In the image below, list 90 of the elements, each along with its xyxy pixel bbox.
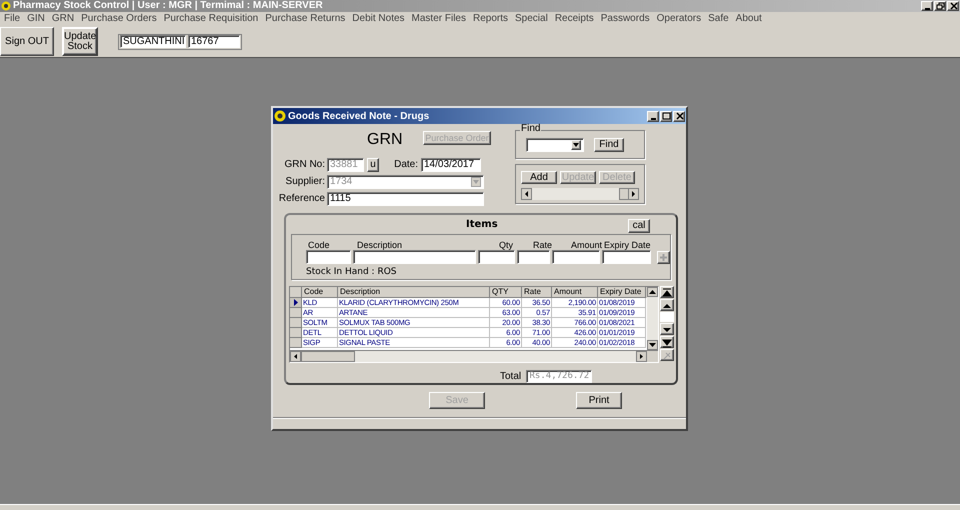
user-name-field: SUGANTHINI — [120, 35, 186, 48]
column-header[interactable]: Amount — [552, 287, 598, 298]
menu-item[interactable]: About — [736, 14, 762, 24]
column-label: Description — [357, 240, 402, 250]
menu-item[interactable]: Safe — [708, 14, 729, 24]
menu-item[interactable]: Debit Notes — [352, 14, 405, 24]
find-button[interactable]: Find — [594, 138, 624, 152]
app-logo-icon — [274, 110, 286, 122]
reference-label: Reference — [278, 194, 325, 204]
menu-item[interactable]: GRN — [52, 14, 74, 24]
input-field[interactable] — [517, 250, 550, 264]
last-record-icon — [661, 336, 673, 348]
input-field[interactable] — [478, 250, 516, 264]
scroll-left-icon — [521, 188, 532, 200]
total-label: Total — [500, 372, 522, 382]
vertical-scrollbar[interactable] — [647, 287, 658, 350]
app-title: Pharmacy Stock Control | User : MGR | Termimal : MAIN-SERVER — [13, 1, 323, 11]
maximize-button[interactable] — [660, 110, 672, 122]
minimize-button[interactable] — [647, 110, 659, 122]
user-code-field: 16767 — [188, 35, 240, 48]
menu-item[interactable]: Purchase Requisition — [164, 14, 258, 24]
grn-no-label: GRN No: — [284, 160, 325, 170]
input-field[interactable] — [602, 250, 652, 264]
row-pointer-icon — [294, 299, 298, 306]
caret-icon — [473, 180, 479, 184]
column-label: Qty — [498, 240, 513, 250]
caret-icon — [573, 142, 579, 146]
update-stock-button[interactable]: Update Stock — [62, 27, 98, 56]
stock-in-hand-text: Stock In Hand : ROS — [306, 268, 398, 278]
menu-item[interactable]: Master Files — [412, 14, 466, 24]
menu-item[interactable]: Purchase Returns — [265, 14, 346, 24]
column-label: Amount — [570, 240, 602, 250]
maximize-icon — [662, 112, 670, 120]
first-record-icon — [661, 286, 673, 298]
menu-item[interactable]: File — [4, 14, 20, 24]
horizontal-scrollbar[interactable] — [290, 350, 658, 362]
input-field[interactable] — [306, 250, 351, 264]
column-label: Expiry Date — [604, 240, 651, 250]
date-label: Date: — [394, 160, 418, 170]
scrollbar-corner — [647, 351, 658, 362]
menu-item[interactable]: Receipts — [554, 14, 594, 24]
restore-button[interactable] — [934, 1, 946, 11]
scroll-thumb[interactable] — [301, 351, 355, 362]
sign-out-button[interactable]: Sign OUT — [0, 27, 54, 56]
menu-item[interactable]: Passwords — [600, 14, 650, 24]
total-field: Rs.4,726.72 — [526, 370, 592, 383]
column-header[interactable]: QTY — [490, 287, 522, 298]
column-header[interactable]: Rate — [522, 287, 552, 298]
column-header[interactable]: Code — [302, 287, 338, 298]
restore-icon — [936, 2, 944, 10]
plus-icon — [660, 254, 668, 261]
menu-item[interactable]: Special — [515, 14, 548, 24]
cancel-button[interactable] — [660, 349, 674, 361]
cal-button[interactable]: cal — [628, 219, 650, 233]
app-logo-icon — [1, 1, 11, 11]
find-legend: Find — [520, 124, 542, 134]
last-record-button[interactable] — [660, 336, 674, 348]
horizontal-scrollbar[interactable] — [521, 188, 639, 200]
menu-item[interactable]: GIN — [27, 14, 45, 24]
input-field[interactable] — [552, 250, 600, 264]
input-field[interactable] — [352, 250, 476, 264]
previous-record-button[interactable] — [660, 299, 674, 311]
supplier-label: Supplier: — [286, 176, 325, 186]
close-icon — [948, 2, 958, 10]
print-button[interactable]: Print — [576, 392, 622, 409]
column-header[interactable]: Expiry Date — [598, 287, 646, 298]
menu-item[interactable]: Reports — [472, 14, 508, 24]
close-button[interactable] — [947, 1, 959, 11]
dialog-title: Goods Received Note - Drugs — [288, 110, 430, 124]
cancel-icon — [661, 350, 673, 360]
close-icon — [674, 112, 684, 120]
next-record-button[interactable] — [660, 323, 674, 335]
find-dropdown[interactable] — [526, 138, 584, 152]
date-field[interactable]: 14/03/2017 — [421, 158, 481, 172]
column-label: Rate — [532, 240, 552, 250]
form-heading: GRN — [367, 132, 404, 148]
close-button[interactable] — [673, 110, 685, 122]
add-row-button[interactable] — [657, 250, 670, 264]
row-selector[interactable] — [290, 298, 302, 308]
column-header[interactable]: Description — [338, 287, 490, 298]
items-title: Items — [466, 218, 498, 232]
reference-field[interactable]: 1115 — [327, 192, 484, 206]
minimize-button[interactable] — [921, 1, 933, 11]
first-record-button[interactable] — [660, 286, 674, 298]
column-label: Code — [308, 240, 330, 250]
add-button[interactable]: Add — [521, 171, 557, 184]
u-button[interactable]: u — [367, 158, 379, 172]
menu-item[interactable]: Operators — [656, 14, 702, 24]
menu-item[interactable]: Purchase Orders — [81, 14, 157, 24]
scroll-right-icon — [619, 188, 639, 200]
